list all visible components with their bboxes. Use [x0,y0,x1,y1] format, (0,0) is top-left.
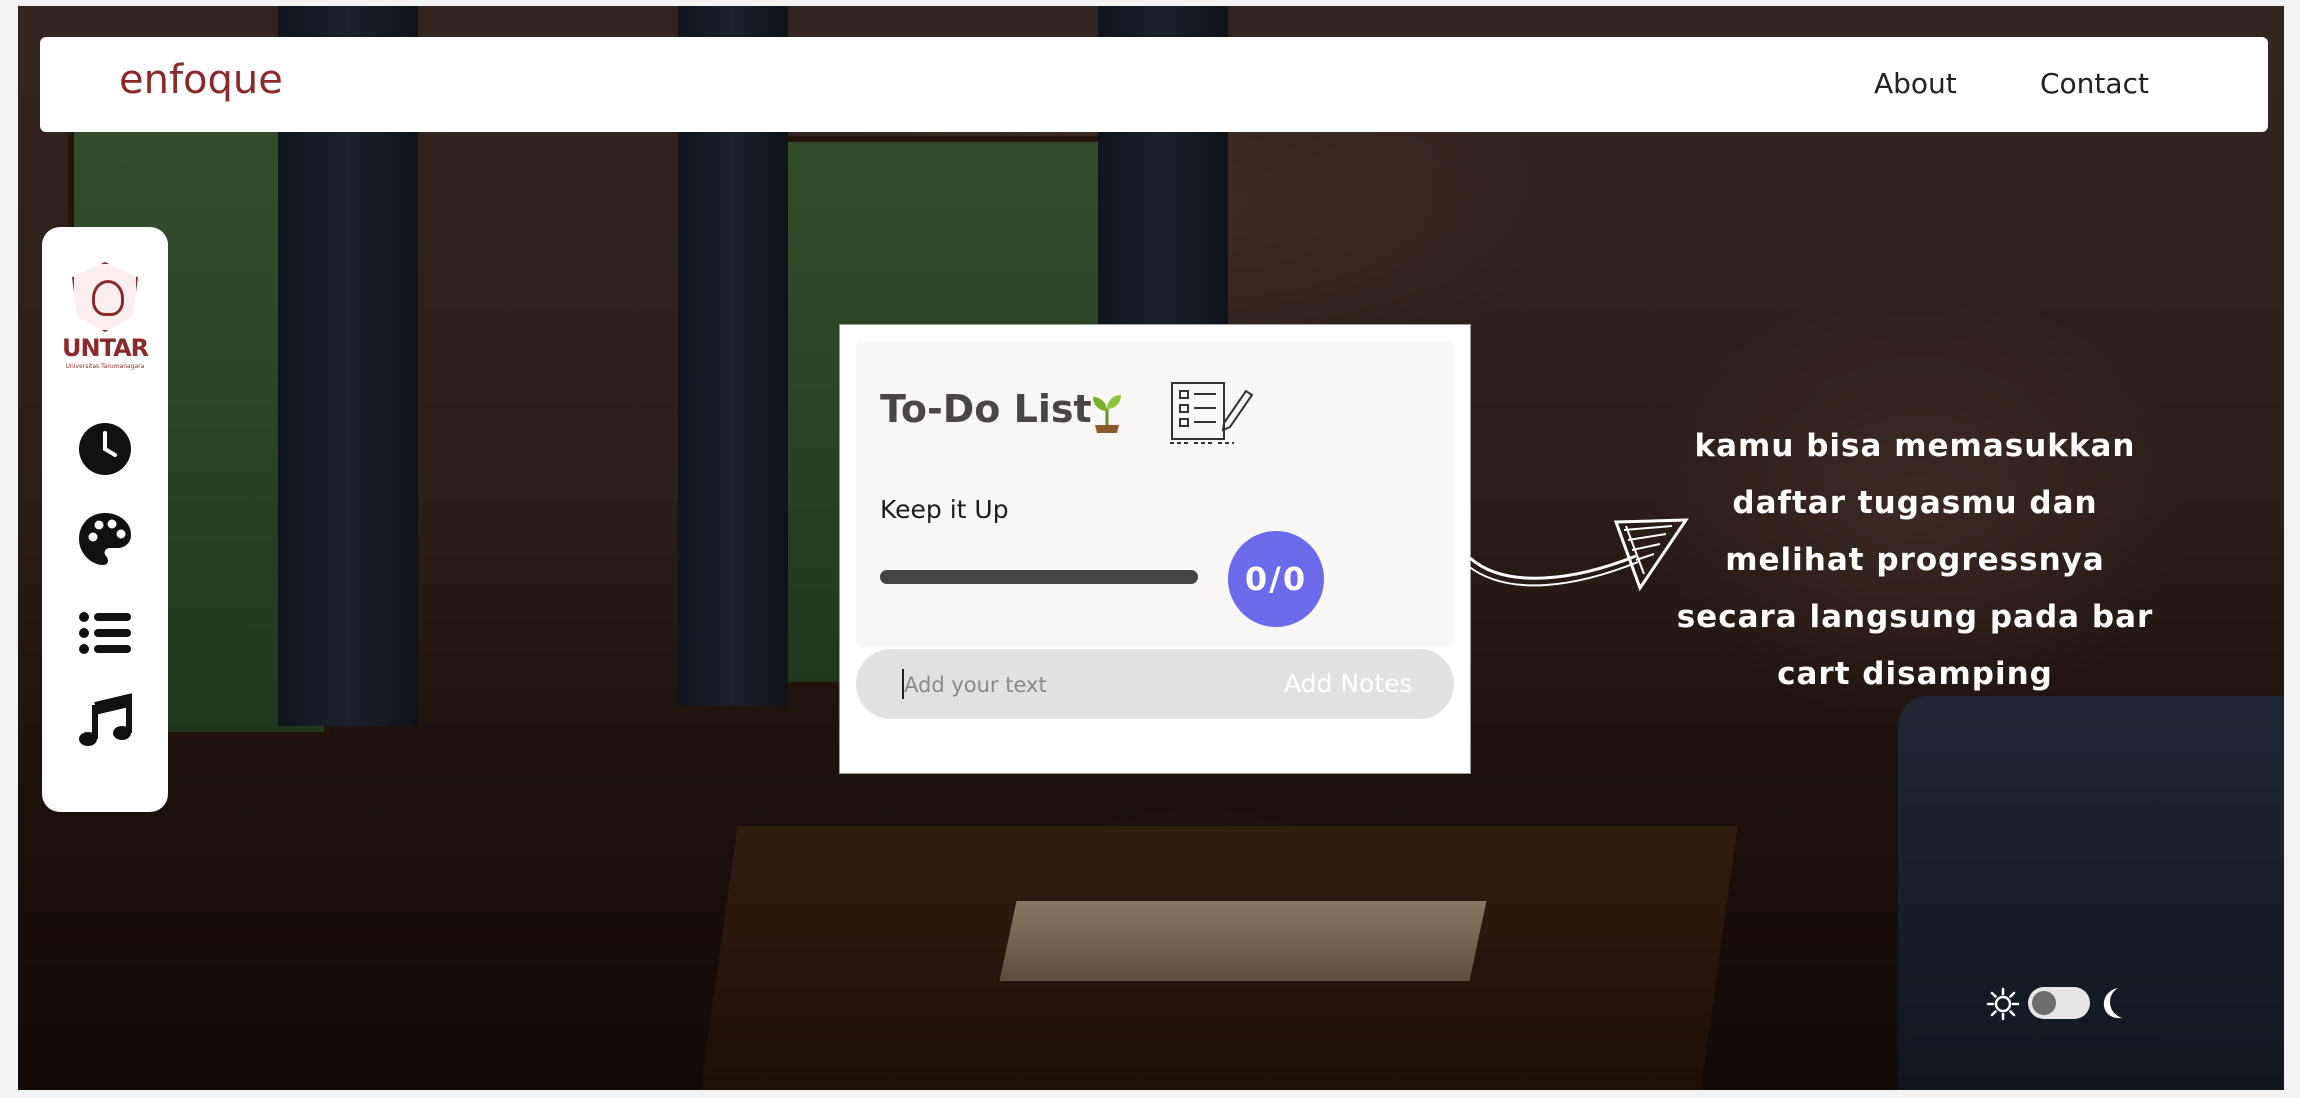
todo-card: To-Do List Keep it Up 0/0 Add Notes [839,324,1471,774]
logo-subtext: Universitas Tarumanagara [65,363,145,370]
nav-link-contact[interactable]: Contact [2040,67,2149,100]
hint-line: melihat progressnya [1725,542,2105,578]
progress-bar [880,570,1198,584]
hint-line: kamu bisa memasukkan [1694,428,2136,464]
theme-toggle [1986,985,2126,1021]
navbar: enfoque About Contact [40,37,2268,132]
hint-line: cart disamping [1777,656,2053,692]
todo-title: To-Do List [880,387,1092,431]
palette-icon[interactable] [77,511,133,567]
moon-icon [2103,988,2122,1019]
status-label: Keep it Up [880,495,1009,524]
hint-line: daftar tugasmu dan [1732,485,2098,521]
brand-logo[interactable]: enfoque [119,57,283,103]
theme-switch[interactable] [2028,987,2090,1019]
nav-link-about[interactable]: About [1874,67,1957,100]
logo-text: UNTAR [62,334,149,362]
text-caret [902,669,904,699]
add-task-bar: Add Notes [856,649,1454,719]
music-note-icon[interactable] [77,693,133,749]
hint-line: secara langsung pada bar [1676,599,2154,635]
hint-text: kamu bisa memasukkan daftar tugasmu dan … [1660,418,2170,703]
checklist-icon [1170,382,1254,444]
list-icon[interactable] [77,605,133,661]
sprout-icon [1093,395,1121,433]
clock-icon[interactable] [77,421,133,477]
untar-shield-icon [72,262,138,332]
task-counter: 0/0 [1228,531,1324,627]
switch-knob [2032,991,2056,1015]
task-input[interactable] [902,665,1266,705]
add-notes-button[interactable]: Add Notes [1284,669,1413,698]
untar-logo: UNTAR Universitas Tarumanagara [62,262,149,370]
sun-icon [1986,987,2020,1021]
sidebar: UNTAR Universitas Tarumanagara [42,227,168,812]
